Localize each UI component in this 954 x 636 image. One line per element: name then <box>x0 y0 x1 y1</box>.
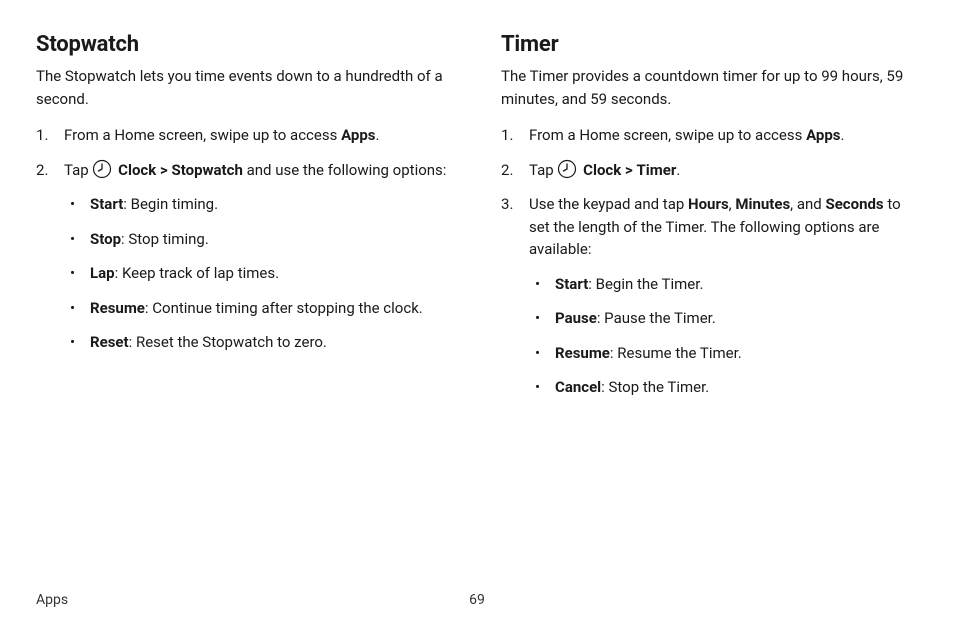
option-desc: : Begin the Timer. <box>588 275 703 293</box>
hours-label: Hours <box>688 195 729 213</box>
option-term: Stop <box>90 230 121 248</box>
list-item: Start: Begin the Timer. <box>529 273 918 296</box>
seconds-label: Seconds <box>825 195 883 213</box>
step-1: From a Home screen, swipe up to access A… <box>501 124 918 147</box>
text: From a Home screen, swipe up to access <box>64 126 341 144</box>
heading-stopwatch: Stopwatch <box>36 32 453 57</box>
text: From a Home screen, swipe up to access <box>529 126 806 144</box>
list-item: Resume: Continue timing after stopping t… <box>64 297 453 320</box>
option-desc: : Resume the Timer. <box>610 344 742 362</box>
timer-label: Timer <box>636 161 676 179</box>
option-term: Reset <box>90 333 129 351</box>
step-3: Use the keypad and tap Hours, Minutes, a… <box>501 193 918 399</box>
apps-label: Apps <box>341 126 375 144</box>
text: . <box>375 126 379 144</box>
option-term: Start <box>90 195 123 213</box>
option-term: Resume <box>90 299 145 317</box>
option-term: Start <box>555 275 588 293</box>
text: . <box>840 126 844 144</box>
list-item: Start: Begin timing. <box>64 193 453 216</box>
text: Use the keypad and tap <box>529 195 688 213</box>
options-stopwatch: Start: Begin timing. Stop: Stop timing. … <box>64 193 453 354</box>
page-footer: Apps 69 <box>36 592 918 608</box>
list-item: Cancel: Stop the Timer. <box>529 376 918 399</box>
clock-icon <box>557 159 577 179</box>
chevron-icon: > <box>160 161 168 179</box>
options-timer: Start: Begin the Timer. Pause: Pause the… <box>529 273 918 399</box>
option-term: Cancel <box>555 378 601 396</box>
intro-timer: The Timer provides a countdown timer for… <box>501 65 918 110</box>
option-desc: : Begin timing. <box>123 195 218 213</box>
page-number: 69 <box>469 592 485 608</box>
footer-section: Apps <box>36 592 68 608</box>
option-desc: : Continue timing after stopping the clo… <box>145 299 423 317</box>
clock-icon <box>92 159 112 179</box>
option-term: Pause <box>555 309 597 327</box>
option-desc: : Pause the Timer. <box>597 309 716 327</box>
step-1: From a Home screen, swipe up to access A… <box>36 124 453 147</box>
list-item: Reset: Reset the Stopwatch to zero. <box>64 331 453 354</box>
text: Tap <box>64 161 92 179</box>
option-desc: : Reset the Stopwatch to zero. <box>129 333 327 351</box>
option-desc: : Keep track of lap times. <box>115 264 279 282</box>
list-item: Lap: Keep track of lap times. <box>64 262 453 285</box>
list-item: Stop: Stop timing. <box>64 228 453 251</box>
apps-label: Apps <box>806 126 840 144</box>
option-term: Lap <box>90 264 115 282</box>
stopwatch-label: Stopwatch <box>171 161 242 179</box>
list-item: Resume: Resume the Timer. <box>529 342 918 365</box>
text: and use the following options: <box>243 161 447 179</box>
steps-stopwatch: From a Home screen, swipe up to access A… <box>36 124 453 354</box>
clock-label: Clock <box>118 161 156 179</box>
intro-stopwatch: The Stopwatch lets you time events down … <box>36 65 453 110</box>
text: . <box>676 161 680 179</box>
heading-timer: Timer <box>501 32 918 57</box>
chevron-icon: > <box>625 161 633 179</box>
minutes-label: Minutes <box>735 195 790 213</box>
clock-label: Clock <box>583 161 621 179</box>
step-2: Tap Clock > Stopwatch and use the follow… <box>36 159 453 354</box>
list-item: Pause: Pause the Timer. <box>529 307 918 330</box>
text: , and <box>790 195 825 213</box>
option-desc: : Stop the Timer. <box>601 378 709 396</box>
step-2: Tap Clock > Timer. <box>501 159 918 182</box>
steps-timer: From a Home screen, swipe up to access A… <box>501 124 918 399</box>
column-timer: Timer The Timer provides a countdown tim… <box>501 32 918 411</box>
option-desc: : Stop timing. <box>121 230 209 248</box>
column-stopwatch: Stopwatch The Stopwatch lets you time ev… <box>36 32 453 411</box>
option-term: Resume <box>555 344 610 362</box>
text: Tap <box>529 161 557 179</box>
